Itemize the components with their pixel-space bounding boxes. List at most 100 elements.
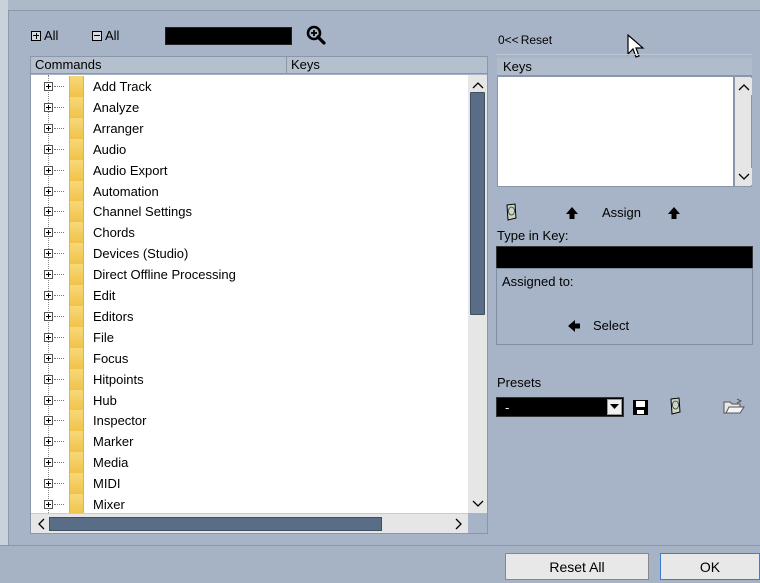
tree-connector (54, 295, 64, 296)
expand-all-button[interactable]: All (31, 28, 58, 43)
type-in-key-label: Type in Key: (497, 228, 569, 243)
expand-node-icon[interactable] (44, 479, 53, 489)
vertical-scrollbar[interactable] (468, 75, 487, 513)
chevron-right-icon (455, 518, 462, 529)
scroll-down-arrow[interactable] (469, 495, 486, 512)
keys-list[interactable] (497, 76, 734, 187)
tree-item[interactable]: Devices (Studio) (31, 243, 468, 265)
tree-item-label: Editors (93, 308, 134, 324)
expand-node-icon[interactable] (44, 353, 53, 363)
collapse-icon (92, 30, 102, 41)
expand-node-icon[interactable] (44, 374, 53, 384)
tree-item[interactable]: Arranger (31, 117, 468, 139)
tree-item[interactable]: Direct Offline Processing (31, 264, 468, 286)
commands-tree: Add Track Analyze Arranger Audio Audio Expor… (31, 75, 468, 513)
preset-dropdown[interactable]: - (496, 397, 624, 417)
tree-item[interactable]: Media (31, 452, 468, 474)
folder-icon (69, 201, 84, 223)
search-input[interactable] (165, 27, 292, 45)
horizontal-scrollbar[interactable] (31, 513, 468, 533)
tree-item-label: Audio (93, 141, 127, 157)
folder-icon (69, 368, 84, 390)
folder-icon (69, 138, 84, 160)
tree-item[interactable]: Analyze (31, 96, 468, 118)
preset-value: - (505, 400, 510, 415)
delete-icon[interactable] (504, 203, 518, 221)
tree-item[interactable]: Hub (31, 389, 468, 411)
expand-node-icon[interactable] (44, 186, 53, 196)
tree-item[interactable]: Hitpoints (31, 368, 468, 390)
expand-node-icon[interactable] (44, 228, 53, 238)
tree-item[interactable]: Focus (31, 347, 468, 369)
assign-row: Assign (497, 202, 752, 224)
reset-all-button[interactable]: Reset All (505, 553, 649, 580)
tree-item[interactable]: Channel Settings (31, 201, 468, 223)
scroll-left-arrow[interactable] (32, 515, 49, 532)
tree-connector (54, 232, 64, 234)
arrow-up-icon[interactable] (565, 206, 579, 220)
expand-node-icon[interactable] (44, 437, 53, 447)
select-button[interactable]: Select (567, 318, 629, 333)
folder-icon (69, 305, 84, 327)
expand-icon (31, 30, 41, 41)
tree-item[interactable]: Editors (31, 305, 468, 327)
keys-column-header[interactable]: Keys (287, 57, 487, 74)
expand-node-icon[interactable] (44, 249, 53, 259)
expand-node-icon[interactable] (44, 416, 53, 426)
expand-all-label: All (44, 28, 59, 43)
tree-item[interactable]: Inspector (31, 410, 468, 432)
ok-button[interactable]: OK (660, 553, 760, 580)
expand-node-icon[interactable] (44, 82, 53, 91)
save-icon[interactable] (632, 399, 649, 416)
folder-icon (69, 347, 84, 369)
expand-node-icon[interactable] (44, 165, 53, 175)
keys-scroll-up-arrow[interactable] (735, 78, 752, 95)
horizontal-scroll-thumb[interactable] (49, 517, 382, 531)
tree-item[interactable]: File (31, 326, 468, 348)
keys-scroll-down-arrow[interactable] (735, 168, 752, 185)
tree-item[interactable]: Chords (31, 222, 468, 244)
tree-item[interactable]: Add Track (31, 76, 468, 97)
folder-icon (69, 285, 84, 306)
tree-item[interactable]: Edit (31, 285, 468, 306)
type-in-key-field[interactable] (496, 246, 753, 269)
assign-button[interactable]: Assign (602, 205, 641, 220)
keys-list-scrollbar[interactable] (734, 76, 752, 187)
expand-node-icon[interactable] (44, 123, 53, 133)
scroll-right-arrow[interactable] (450, 515, 467, 532)
expand-node-icon[interactable] (44, 311, 53, 321)
expand-node-icon[interactable] (44, 270, 53, 280)
tree-item[interactable]: Mixer (31, 494, 468, 513)
delete-preset-icon[interactable] (668, 397, 682, 415)
tree-item[interactable]: Audio Export (31, 159, 468, 181)
expand-node-icon[interactable] (44, 144, 53, 154)
expand-node-icon[interactable] (44, 500, 53, 509)
collapse-all-label: All (105, 28, 120, 43)
tree-item[interactable]: Automation (31, 180, 468, 202)
expand-node-icon[interactable] (44, 395, 53, 405)
tree-connector (54, 399, 64, 401)
tree-item[interactable]: Marker (31, 431, 468, 453)
expand-node-icon[interactable] (44, 207, 53, 217)
expand-node-icon[interactable] (44, 291, 53, 300)
tree-item[interactable]: MIDI (31, 473, 468, 495)
tree-item[interactable]: Audio (31, 138, 468, 160)
folder-icon (69, 473, 84, 495)
tree-connector (54, 420, 64, 422)
collapse-all-button[interactable]: All (92, 28, 119, 43)
expand-node-icon[interactable] (44, 458, 53, 468)
expand-node-icon[interactable] (44, 102, 53, 112)
chevron-up-icon (738, 83, 749, 90)
dropdown-arrow[interactable] (607, 399, 622, 415)
tree-connector (54, 253, 64, 255)
commands-column-header[interactable]: Commands (31, 57, 287, 74)
scroll-up-arrow[interactable] (469, 76, 486, 93)
chevron-left-icon (37, 518, 44, 529)
expand-node-icon[interactable] (44, 332, 53, 342)
arrow-up-icon[interactable] (667, 206, 681, 220)
reset-button[interactable]: 0<< Reset (498, 33, 552, 47)
vertical-scroll-thumb[interactable] (470, 92, 485, 315)
open-folder-icon[interactable] (723, 398, 745, 415)
tree-item-label: Audio Export (93, 162, 168, 178)
search-button[interactable] (305, 24, 327, 46)
